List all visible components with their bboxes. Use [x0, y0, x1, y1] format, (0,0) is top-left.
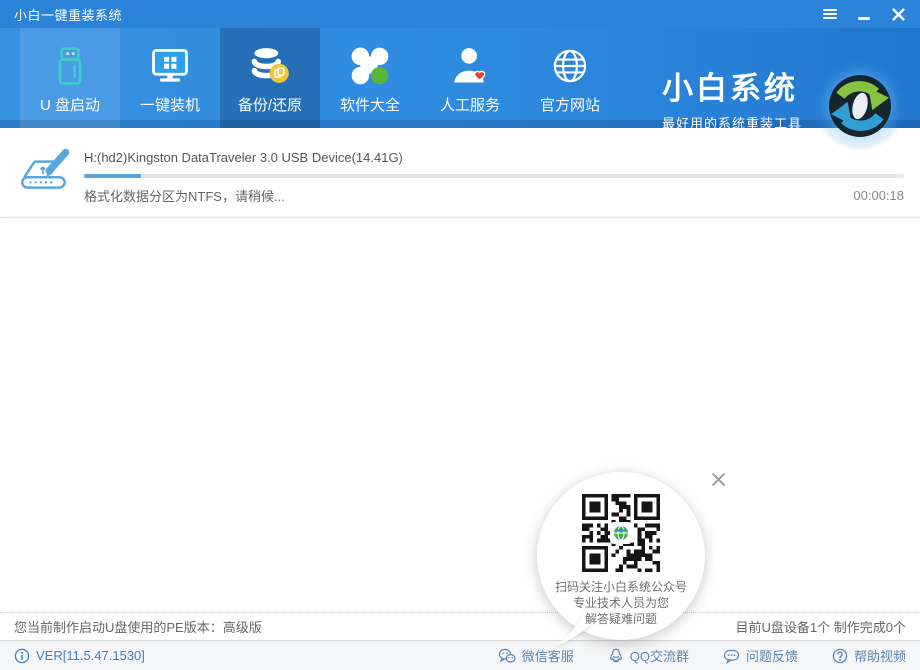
feedback-bubble-icon — [723, 648, 740, 664]
header-nav: U 盘启动 一键装机 — [0, 28, 920, 128]
close-icon — [892, 8, 905, 21]
brand-tagline: 最好用的系统重装工具 — [662, 113, 802, 132]
monitor-windows-icon — [147, 41, 193, 91]
footer-link-label: 微信客服 — [522, 646, 574, 665]
minimize-button[interactable] — [856, 6, 872, 22]
qr-center-logo-icon — [610, 522, 632, 544]
nav-tab-label: 备份/还原 — [238, 94, 302, 115]
close-button[interactable] — [890, 6, 906, 22]
menu-button[interactable] — [822, 6, 838, 22]
nav-tab-software[interactable]: 软件大全 — [320, 28, 420, 128]
qq-group-link[interactable]: QQ交流群 — [608, 646, 689, 665]
qr-popup-text: 扫码关注小白系统公众号 专业技术人员为您 解答疑难问题 — [555, 579, 687, 627]
progress-fill — [84, 174, 141, 178]
hamburger-icon — [823, 9, 837, 20]
pe-version-text: 您当前制作启动U盘使用的PE版本：高级版 — [14, 617, 262, 636]
wechat-icon — [498, 648, 516, 664]
app-title: 小白一键重装系统 — [14, 5, 122, 24]
database-backup-icon — [247, 41, 293, 91]
task-panel: H:(hd2)Kingston DataTraveler 3.0 USB Dev… — [0, 128, 920, 218]
qr-popup-line: 扫码关注小白系统公众号 — [555, 579, 687, 595]
qr-popup-line: 解答疑难问题 — [555, 611, 687, 627]
version-text: VER[11.5.47.1530] — [36, 648, 145, 663]
nav-tab-usb-boot[interactable]: U 盘启动 — [20, 28, 120, 128]
nav-tab-label: 官方网站 — [540, 94, 600, 115]
nav-tab-label: 软件大全 — [340, 94, 400, 115]
feedback-link[interactable]: 问题反馈 — [723, 646, 798, 665]
usb-count-text: 目前U盘设备1个 制作完成0个 — [736, 617, 906, 636]
footer-link-label: 帮助视频 — [854, 646, 906, 665]
nav-tab-backup-restore[interactable]: 备份/还原 — [220, 28, 320, 128]
task-body: H:(hd2)Kingston DataTraveler 3.0 USB Dev… — [84, 150, 904, 205]
clover-apps-icon — [348, 41, 392, 91]
usb-drive-icon — [48, 41, 92, 91]
footer-link-label: 问题反馈 — [746, 646, 798, 665]
qr-popup-close-button[interactable] — [708, 469, 728, 489]
help-video-link[interactable]: 帮助视频 — [832, 646, 906, 665]
wechat-support-link[interactable]: 微信客服 — [498, 646, 574, 665]
qq-icon — [608, 648, 624, 664]
footer-link-label: QQ交流群 — [630, 646, 689, 665]
minimize-icon — [858, 17, 870, 20]
nav-tabs: U 盘启动 一键装机 — [20, 28, 620, 128]
nav-tab-support[interactable]: 人工服务 — [420, 28, 520, 128]
footer-bar: VER[11.5.47.1530] 微信客服 — [0, 640, 920, 670]
brand-name: 小白系统 — [662, 72, 802, 106]
nav-tab-label: 一键装机 — [140, 94, 200, 115]
close-icon — [711, 472, 726, 487]
progress-bar — [84, 174, 904, 178]
device-label: H:(hd2)Kingston DataTraveler 3.0 USB Dev… — [84, 150, 904, 165]
help-circle-icon — [832, 648, 848, 664]
nav-tab-label: U 盘启动 — [40, 94, 100, 115]
disk-write-icon — [16, 142, 74, 200]
qr-popup: 扫码关注小白系统公众号 专业技术人员为您 解答疑难问题 — [537, 472, 705, 640]
brand-block: 小白系统 最好用的系统重装工具 — [662, 72, 802, 132]
window-controls — [822, 6, 920, 22]
titlebar: 小白一键重装系统 — [0, 0, 920, 28]
task-status-text: 格式化数据分区为NTFS，请稍候... — [84, 186, 285, 205]
app-window: 小白一键重装系统 — [0, 0, 920, 670]
status-bar: 您当前制作启动U盘使用的PE版本：高级版 目前U盘设备1个 制作完成0个 — [0, 612, 920, 640]
nav-tab-label: 人工服务 — [440, 94, 500, 115]
person-heart-icon — [448, 41, 492, 91]
nav-tab-one-key-install[interactable]: 一键装机 — [120, 28, 220, 128]
globe-icon — [548, 41, 592, 91]
qr-code — [582, 494, 660, 572]
qr-popup-line: 专业技术人员为您 — [555, 595, 687, 611]
nav-tab-website[interactable]: 官方网站 — [520, 28, 620, 128]
version-info[interactable]: VER[11.5.47.1530] — [14, 648, 145, 664]
footer-links: 微信客服 QQ交流群 问题反馈 — [498, 646, 906, 665]
brand-logo-icon — [814, 60, 906, 152]
info-icon — [14, 648, 30, 664]
elapsed-time: 00:00:18 — [853, 188, 904, 203]
